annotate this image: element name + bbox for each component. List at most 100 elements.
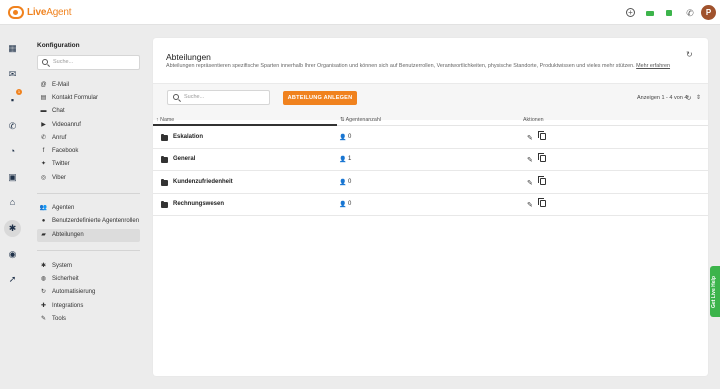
reports-icon[interactable]: ◔ xyxy=(4,143,21,160)
user-icon: 👤 xyxy=(339,135,347,141)
phone-icon: ✆ xyxy=(40,135,47,141)
nav-item-chat[interactable]: ▬ Chat xyxy=(37,105,140,118)
nav-item-viber[interactable]: ◎ Viber xyxy=(37,172,140,185)
chat-icon[interactable]: ▪ xyxy=(4,92,21,109)
agent-count: 0 xyxy=(348,134,352,140)
nav-item-integrations[interactable]: ✚ Integrations xyxy=(37,300,140,313)
nav-item-twitter[interactable]: ✦ Twitter xyxy=(37,158,140,171)
at-icon: @ xyxy=(40,82,47,88)
nav-item-automation[interactable]: ↻ Automatisierung xyxy=(37,286,140,299)
mail-icon[interactable]: ✉ xyxy=(4,66,21,83)
video-icon: ▶ xyxy=(41,122,46,128)
logo-icon xyxy=(8,6,24,19)
sort-indicator xyxy=(153,124,337,126)
folder-icon xyxy=(161,155,168,163)
facebook-icon: f xyxy=(42,148,45,154)
nav-item-departments[interactable]: ▰ Abteilungen xyxy=(37,229,140,242)
table-row[interactable]: General 👤 1 ✎ xyxy=(153,149,708,171)
subnav-search-input[interactable]: Suche... xyxy=(37,55,140,70)
nav-item-facebook[interactable]: f Facebook xyxy=(37,145,140,158)
refresh-icon[interactable]: ↻ xyxy=(686,50,693,59)
nav-item-video[interactable]: ▶ Videoanruf xyxy=(37,119,140,132)
edit-icon[interactable]: ✎ xyxy=(527,134,533,142)
nav-item-call[interactable]: ✆ Anruf xyxy=(37,132,140,145)
department-name[interactable]: General xyxy=(173,156,195,162)
table-row[interactable]: Kundenzufriedenheit 👤 0 ✎ xyxy=(153,172,708,194)
gear-icon: ✱ xyxy=(40,263,47,269)
departments-card: Abteilungen Abteilungen repräsentieren s… xyxy=(153,38,708,376)
copy-icon[interactable] xyxy=(538,153,546,162)
folder-icon xyxy=(161,178,168,186)
nav-item-contact-form[interactable]: ▤ Kontakt Formular xyxy=(37,92,140,105)
green-chat-icon[interactable] xyxy=(646,11,654,16)
department-name[interactable]: Eskalation xyxy=(173,134,203,140)
divider xyxy=(37,250,140,251)
chat-icon: ▬ xyxy=(40,108,47,114)
more-info-link[interactable]: Mehr erfahren xyxy=(636,63,670,69)
nav-item-system[interactable]: ✱ System xyxy=(37,260,140,273)
dashboard-icon[interactable]: ▦ xyxy=(4,40,21,57)
phone-icon[interactable]: ✆ xyxy=(685,8,695,18)
viber-icon: ◎ xyxy=(40,175,47,181)
phone-icon[interactable]: ✆ xyxy=(4,118,21,135)
nav-item-email[interactable]: @ E-Mail xyxy=(37,79,140,92)
refresh-icon[interactable]: ↻ xyxy=(686,94,691,102)
folder-icon xyxy=(161,133,168,141)
users-icon: 👥 xyxy=(39,205,48,211)
rocket-icon[interactable]: ➚ xyxy=(4,271,21,288)
nav-item-agents[interactable]: 👥 Agenten xyxy=(37,202,140,215)
folder-icon xyxy=(161,200,168,208)
column-header-agents[interactable]: ⇅ Agentenanzahl xyxy=(340,117,381,123)
icon-rail: ▦ ✉ 1 ▪ ✆ ◔ ▣ ⌂ ✱ ◉ ➚ xyxy=(0,25,25,389)
search-icon xyxy=(42,59,48,65)
nav-item-agent-roles[interactable]: ● Benutzerdefinierte Agentenrollen xyxy=(37,215,140,228)
subnav-title: Konfiguration xyxy=(37,42,80,49)
folder-icon: ▰ xyxy=(41,232,46,238)
edit-icon[interactable]: ✎ xyxy=(527,156,533,164)
edit-icon[interactable]: ✎ xyxy=(527,179,533,187)
puzzle-icon: ✚ xyxy=(40,303,47,309)
plus-circle-icon[interactable]: + xyxy=(626,8,635,17)
copy-icon[interactable] xyxy=(538,198,546,207)
green-status-icon[interactable] xyxy=(666,10,672,16)
column-header-actions: Aktionen xyxy=(523,117,544,123)
twitter-icon: ✦ xyxy=(40,161,47,167)
liveagent-logo[interactable]: LiveAgent xyxy=(8,6,72,19)
divider xyxy=(37,193,140,194)
user-icon: 👤 xyxy=(339,180,347,186)
user-icon: 👤 xyxy=(339,202,347,208)
agent-count: 0 xyxy=(348,201,352,207)
settings-subnav: Konfiguration Suche... @ E-Mail ▤ Kontakt … xyxy=(25,25,150,389)
shield-icon: ◍ xyxy=(40,276,47,282)
column-header-name[interactable]: ↑ Name xyxy=(156,117,174,123)
copy-icon[interactable] xyxy=(538,176,546,185)
create-department-button[interactable]: ABTEILUNG ANLEGEN xyxy=(283,91,357,105)
avatar[interactable]: P xyxy=(701,5,716,20)
user-role-icon: ● xyxy=(41,218,46,224)
edit-icon[interactable]: ✎ xyxy=(527,201,533,209)
live-help-tab[interactable]: Get Live Help xyxy=(710,266,720,317)
department-name[interactable]: Kundenzufriedenheit xyxy=(173,179,233,185)
search-icon xyxy=(173,94,179,100)
department-name[interactable]: Rechnungswesen xyxy=(173,201,224,207)
contacts-icon[interactable]: ▣ xyxy=(4,169,21,186)
card-header: Abteilungen Abteilungen repräsentieren s… xyxy=(153,38,708,84)
nav-item-tools[interactable]: ✎ Tools xyxy=(37,313,140,326)
wrench-icon: ✎ xyxy=(40,316,47,322)
agent-count: 0 xyxy=(348,179,352,185)
more-options-icon[interactable]: ⇕ xyxy=(696,94,701,101)
knowledgebase-icon[interactable]: ⌂ xyxy=(4,194,21,211)
page-description: Abteilungen repräsentieren spezifische S… xyxy=(166,63,671,69)
nav-item-security[interactable]: ◍ Sicherheit xyxy=(37,273,140,286)
user-icon: 👤 xyxy=(339,157,347,163)
search-input[interactable]: Suche... xyxy=(167,90,270,105)
settings-icon[interactable]: ✱ xyxy=(4,220,21,237)
form-icon: ▤ xyxy=(40,95,47,101)
table-row[interactable]: Eskalation 👤 0 ✎ xyxy=(153,127,708,149)
agent-count: 1 xyxy=(348,156,352,162)
automation-icon: ↻ xyxy=(40,289,47,295)
plugins-icon[interactable]: ◉ xyxy=(4,246,21,263)
page-title: Abteilungen xyxy=(166,52,211,62)
copy-icon[interactable] xyxy=(538,131,546,140)
table-row[interactable]: Rechnungswesen 👤 0 ✎ xyxy=(153,194,708,216)
